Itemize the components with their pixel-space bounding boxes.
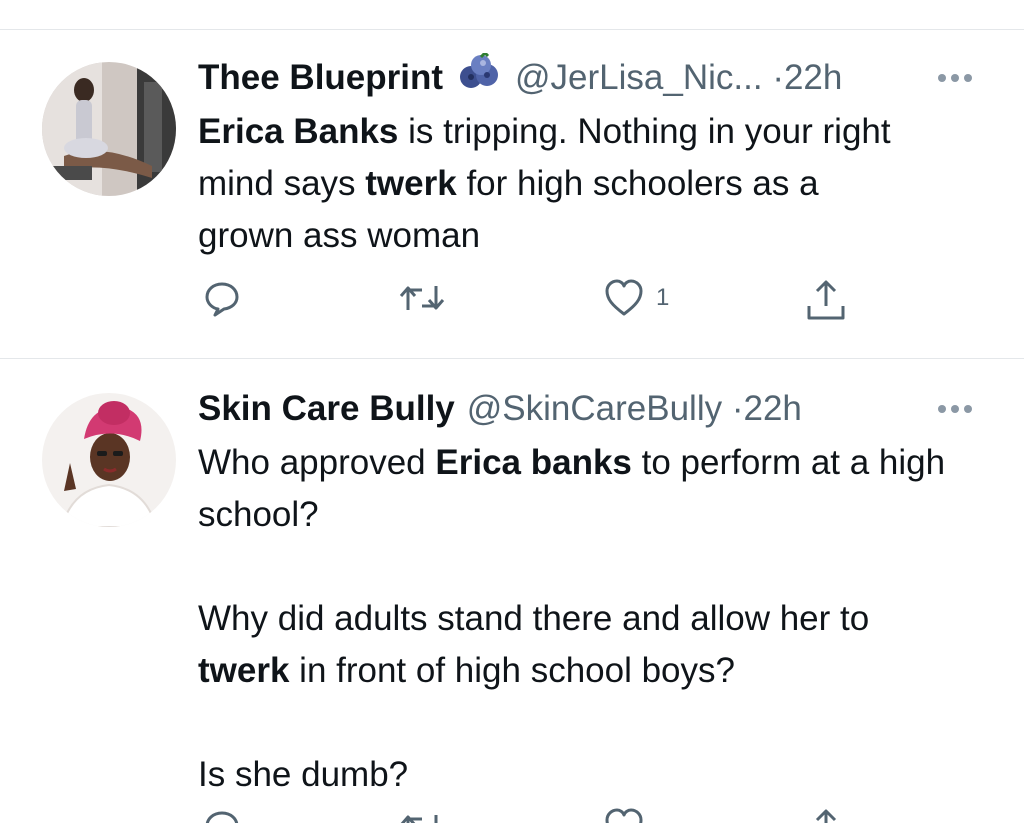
tweet-header: Skin Care Bully @SkinCareBully ·22h	[198, 389, 802, 429]
keyword-bold: twerk	[365, 164, 457, 203]
avatar-thee-blueprint[interactable]	[42, 62, 176, 196]
share-button[interactable]	[804, 278, 848, 322]
reply-icon	[205, 811, 239, 823]
text-segment: Why did adults stand there and allow her…	[198, 599, 870, 638]
heart-icon	[605, 808, 643, 823]
text-segment: for high schoolers as a	[456, 164, 819, 203]
heart-icon	[605, 279, 643, 316]
more-options-icon[interactable]	[938, 74, 972, 82]
retweet-icon	[399, 286, 445, 310]
tweet-header: Thee Blueprint @JerLisa_Nic... ·22h	[198, 51, 842, 100]
reply-button[interactable]	[202, 278, 242, 318]
like-button[interactable]: 1	[604, 278, 669, 318]
text-segment: Who approved	[198, 443, 436, 482]
more-options-icon[interactable]	[938, 405, 972, 413]
tweet-actions	[0, 807, 1024, 823]
blueberries-emoji-icon	[457, 51, 503, 100]
like-button[interactable]	[604, 807, 644, 823]
text-segment: Is she dumb?	[198, 755, 409, 794]
tweet-actions: 1	[0, 278, 1024, 322]
mention-bold: Erica Banks	[198, 112, 399, 151]
text-segment: mind says	[198, 164, 366, 203]
tweet-text: Who approved Erica banks to perform at a…	[198, 437, 968, 801]
like-count: 1	[656, 284, 670, 311]
keyword-bold: twerk	[198, 651, 290, 690]
tweet-text: Erica Banks is tripping. Nothing in your…	[198, 106, 988, 262]
retweet-button[interactable]	[398, 278, 446, 318]
reply-icon	[205, 282, 239, 317]
retweet-button[interactable]	[398, 807, 446, 823]
tweet-2[interactable]: Skin Care Bully @SkinCareBully ·22h Who a…	[0, 359, 1024, 823]
share-icon	[807, 280, 845, 320]
separator-dot: ·	[772, 58, 784, 97]
timestamp[interactable]: 22h	[784, 58, 842, 97]
text-segment: in front of high school boys?	[289, 651, 735, 690]
separator-dot: ·	[731, 389, 744, 428]
timestamp[interactable]: 22h	[744, 389, 802, 428]
text-segment: is tripping. Nothing in your right	[398, 112, 891, 151]
retweet-icon	[400, 815, 438, 823]
share-button[interactable]	[804, 807, 848, 823]
avatar-skin-care-bully[interactable]	[42, 393, 176, 527]
share-icon	[815, 809, 837, 823]
handle[interactable]: @JerLisa_Nic...	[515, 58, 763, 97]
reply-button[interactable]	[202, 807, 242, 823]
tweet-1[interactable]: Thee Blueprint @JerLisa_Nic... ·22h Eric…	[0, 0, 1024, 358]
display-name[interactable]: Thee Blueprint	[198, 58, 443, 97]
handle[interactable]: @SkinCareBully	[467, 389, 722, 428]
mention-bold: Erica banks	[435, 443, 632, 482]
display-name[interactable]: Skin Care Bully	[198, 389, 455, 428]
text-segment: grown ass woman	[198, 216, 481, 255]
